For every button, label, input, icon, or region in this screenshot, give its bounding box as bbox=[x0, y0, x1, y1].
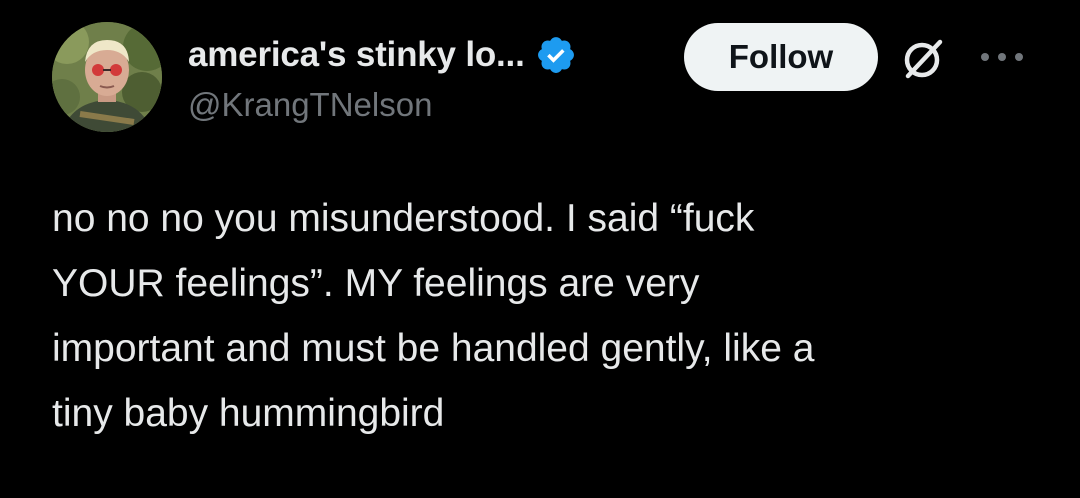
grok-icon[interactable] bbox=[898, 34, 948, 84]
verified-badge-icon[interactable] bbox=[535, 34, 577, 76]
tweet-text: no no no you misunderstood. I said “fuck… bbox=[52, 186, 1042, 446]
avatar[interactable] bbox=[52, 22, 162, 132]
author-name-row: america's stinky lo... bbox=[188, 30, 577, 80]
tweet-text-line: tiny baby hummingbird bbox=[52, 392, 445, 435]
profile-photo-icon bbox=[52, 22, 162, 132]
author-handle[interactable]: @KrangTNelson bbox=[188, 86, 432, 124]
tweet-text-line: no no no you misunderstood. I said “fuck bbox=[52, 197, 755, 240]
follow-button[interactable]: Follow bbox=[684, 23, 878, 91]
tweet: america's stinky lo... @KrangTNelson Fol… bbox=[0, 0, 1080, 498]
tweet-text-line: YOUR feelings”. MY feelings are very bbox=[52, 262, 700, 305]
more-options-icon[interactable] bbox=[975, 45, 1029, 69]
display-name[interactable]: america's stinky lo... bbox=[188, 35, 525, 75]
tweet-text-line: important and must be handled gently, li… bbox=[52, 327, 815, 370]
